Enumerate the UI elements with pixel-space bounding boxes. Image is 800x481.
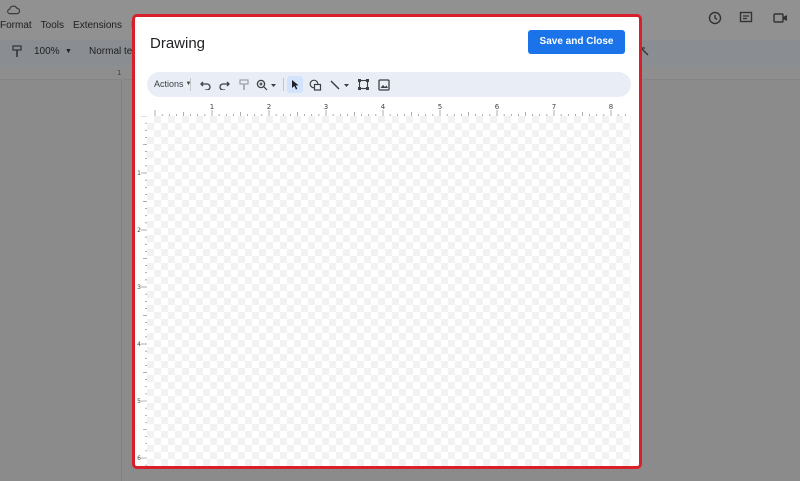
text-box-icon[interactable] xyxy=(356,77,371,92)
menu-extensions[interactable]: Extensions xyxy=(73,20,122,31)
comment-icon[interactable] xyxy=(739,11,753,25)
drawing-toolbar: Actions ▼ xyxy=(147,72,631,97)
paint-format-icon[interactable] xyxy=(12,45,23,58)
ruler-label: 3 xyxy=(137,284,141,291)
ruler-label: 1 xyxy=(137,170,141,177)
shape-icon[interactable] xyxy=(308,77,323,92)
zoom-caret-icon[interactable]: ▼ xyxy=(65,48,72,55)
ruler-label: 4 xyxy=(381,103,386,111)
ruler-label: 3 xyxy=(324,103,328,111)
paint-format-icon[interactable] xyxy=(236,77,251,92)
line-icon[interactable] xyxy=(328,77,352,92)
ruler-label: 2 xyxy=(137,227,141,234)
select-icon[interactable] xyxy=(287,76,303,93)
style-select[interactable]: Normal te xyxy=(89,46,132,57)
ruler-label: 6 xyxy=(495,103,500,111)
ruler-label: 1 xyxy=(210,103,214,111)
ruler-label: 5 xyxy=(438,103,442,111)
ruler-label: 4 xyxy=(137,341,141,348)
ruler-label: 5 xyxy=(137,398,141,405)
page-edge xyxy=(121,80,122,481)
toolbar-divider xyxy=(283,78,284,91)
drawing-dialog: Drawing Save and Close Actions ▼ 1 2 3 4… xyxy=(132,14,642,469)
menu-tools[interactable]: Tools xyxy=(41,20,64,31)
ruler-label: 2 xyxy=(267,103,271,111)
drawing-canvas[interactable] xyxy=(147,116,631,466)
history-icon[interactable] xyxy=(708,11,722,25)
ruler-label: 8 xyxy=(609,103,613,111)
ruler-label: 7 xyxy=(552,103,556,111)
dialog-title: Drawing xyxy=(150,35,206,52)
menu-format[interactable]: Format xyxy=(0,20,32,31)
vertical-ruler: 1 2 3 4 5 6 xyxy=(137,116,147,466)
undo-icon[interactable] xyxy=(198,77,213,92)
actions-menu[interactable]: Actions ▼ xyxy=(154,79,191,89)
docs-ruler-label: 1 xyxy=(117,69,122,77)
menu-bar: Format Tools Extensions H xyxy=(0,20,138,31)
image-icon[interactable] xyxy=(376,77,391,92)
cloud-icon xyxy=(7,5,20,15)
horizontal-ruler: 1 2 3 4 5 6 7 8 xyxy=(154,103,626,116)
zoom-select[interactable]: 100% xyxy=(34,46,60,57)
redo-icon[interactable] xyxy=(217,77,232,92)
actions-label: Actions xyxy=(154,79,184,89)
save-and-close-button[interactable]: Save and Close xyxy=(528,30,625,54)
zoom-icon[interactable] xyxy=(255,77,279,92)
ruler-label: 6 xyxy=(137,455,141,462)
meet-icon[interactable] xyxy=(773,12,789,24)
toolbar-divider xyxy=(190,78,191,91)
